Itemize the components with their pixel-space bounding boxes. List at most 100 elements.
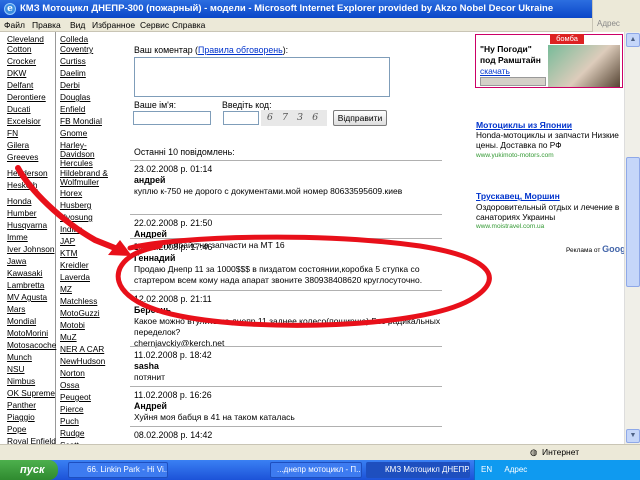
brand-link[interactable]: MV Agusta: [7, 292, 47, 302]
task-linkin-park[interactable]: 66. Linkin Park - Hi Vi...: [68, 462, 168, 478]
brand-link[interactable]: Cotton: [7, 44, 31, 54]
brand-link[interactable]: Mondial: [7, 316, 36, 326]
vertical-scrollbar[interactable]: ▲ ▼: [624, 32, 640, 444]
name-label: Ваше ім'я:: [134, 100, 177, 110]
brand-link[interactable]: Wolfmuller: [60, 177, 99, 187]
menu-favorites[interactable]: Избранное: [92, 19, 135, 31]
brand-link[interactable]: Derontiere: [7, 92, 46, 102]
task-dnepr-search[interactable]: ...днепр мотоцикл - П...: [270, 462, 362, 478]
brand-link[interactable]: Piaggio: [7, 412, 35, 422]
brand-link[interactable]: NSU: [7, 364, 25, 374]
start-button[interactable]: пуск: [0, 460, 58, 480]
brand-link[interactable]: FN: [7, 128, 18, 138]
name-input[interactable]: [133, 111, 211, 125]
brand-link[interactable]: Enfield: [60, 104, 85, 114]
brand-link[interactable]: Ossa: [60, 380, 79, 390]
brand-link[interactable]: MotoMorini: [7, 328, 48, 338]
menu-edit[interactable]: Правка: [32, 19, 61, 31]
brand-link[interactable]: KTM: [60, 248, 78, 258]
brand-link[interactable]: Panther: [7, 400, 36, 410]
code-input[interactable]: [223, 111, 259, 125]
brand-link[interactable]: Puch: [60, 416, 79, 426]
brand-link[interactable]: Horex: [60, 188, 82, 198]
brand-link[interactable]: Daelim: [60, 68, 86, 78]
brand-link[interactable]: NewHudson: [60, 356, 105, 366]
scroll-up-icon[interactable]: ▲: [626, 33, 640, 47]
brand-link[interactable]: Mars: [7, 304, 25, 314]
menu-view[interactable]: Вид: [70, 19, 85, 31]
ad-url-japan[interactable]: www.yukimoto-motors.com: [476, 152, 554, 159]
brand-link[interactable]: JAP: [60, 236, 75, 246]
brand-link[interactable]: Laverda: [60, 272, 90, 282]
brand-link[interactable]: Excelsior: [7, 116, 41, 126]
language-indicator[interactable]: EN: [481, 465, 492, 474]
ad-download-link[interactable]: скачать: [480, 66, 510, 76]
brand-link[interactable]: Crocker: [7, 56, 36, 66]
brand-link[interactable]: Husqvarna: [7, 220, 47, 230]
brand-link[interactable]: Royal Enfield: [7, 436, 56, 444]
brand-link[interactable]: Douglas: [60, 92, 90, 102]
brand-link[interactable]: Motosacoche: [7, 340, 56, 350]
brand-link[interactable]: Hesketh: [7, 180, 37, 190]
brand-link[interactable]: Nimbus: [7, 376, 35, 386]
brand-link[interactable]: Rudge: [60, 428, 84, 438]
brand-link[interactable]: Gilera: [7, 140, 29, 150]
rules-link[interactable]: Правила обговорень: [198, 45, 283, 55]
brand-link[interactable]: Curtiss: [60, 56, 86, 66]
brand-link[interactable]: MZ: [60, 284, 72, 294]
brand-link[interactable]: Hyosung: [60, 212, 93, 222]
comment-date: 11.02.2008 р. 18:42: [134, 350, 212, 360]
ad-link-japan[interactable]: Мотоциклы из Японии: [476, 120, 572, 130]
scroll-down-icon[interactable]: ▼: [626, 429, 640, 443]
brand-link[interactable]: Kreidler: [60, 260, 89, 270]
brand-link[interactable]: NER A CAR: [60, 344, 104, 354]
ads-by-google[interactable]: Реклама от Google: [566, 244, 624, 254]
brand-link[interactable]: Henderson: [7, 168, 48, 178]
brand-link[interactable]: Coventry: [60, 44, 93, 54]
brand-link[interactable]: Derbi: [60, 80, 80, 90]
brand-link[interactable]: Greeves: [7, 152, 38, 162]
brand-link[interactable]: FB Mondial: [60, 116, 102, 126]
brand-index: Cleveland Cotton Crocker DKW Delfant Derontie…: [0, 32, 110, 444]
brand-link[interactable]: Lambretta: [7, 280, 44, 290]
menu-tools[interactable]: Сервис: [140, 19, 169, 31]
ad-badge: бомба: [550, 34, 584, 44]
brand-link[interactable]: Imme: [7, 232, 28, 242]
brand-link[interactable]: Munch: [7, 352, 32, 362]
brand-link[interactable]: Delfant: [7, 80, 33, 90]
brand-link[interactable]: Gnome: [60, 128, 87, 138]
scroll-thumb[interactable]: [626, 157, 640, 287]
brand-link[interactable]: Pierce: [60, 404, 84, 414]
brand-link[interactable]: Colleda: [60, 34, 88, 44]
ad-link-truskavets[interactable]: Трускавец, Моршин: [476, 191, 560, 201]
brand-link[interactable]: Hercules: [60, 158, 93, 168]
submit-button[interactable]: Відправити: [333, 110, 387, 126]
comment-text: Какое можно втулить на днепр 11 заднее к…: [134, 316, 441, 337]
menu-file[interactable]: Файл: [4, 19, 25, 31]
comment-separator: [130, 290, 442, 291]
brand-link[interactable]: Cleveland: [7, 34, 44, 44]
ad-player-controls[interactable]: [480, 77, 546, 86]
comment-textarea[interactable]: [134, 57, 390, 97]
task-kmz-page[interactable]: КМЗ Мотоцикл ДНЕПР...: [366, 462, 470, 478]
ad-url-truskavets[interactable]: www.moistravel.com.ua: [476, 223, 544, 230]
brand-link[interactable]: DKW: [7, 68, 26, 78]
brand-link[interactable]: Peugeot: [60, 392, 91, 402]
brand-link[interactable]: OK Supreme: [7, 388, 55, 398]
brand-link[interactable]: Kawasaki: [7, 268, 43, 278]
brand-link[interactable]: Matchless: [60, 296, 97, 306]
brand-link[interactable]: Indian: [60, 224, 83, 234]
brand-link[interactable]: MotoGuzzi: [60, 308, 100, 318]
brand-link[interactable]: Ducati: [7, 104, 31, 114]
menu-help[interactable]: Справка: [172, 19, 205, 31]
brand-link[interactable]: Motobi: [60, 320, 85, 330]
brand-link[interactable]: Iver Johnson: [7, 244, 55, 254]
brand-link[interactable]: Honda: [7, 196, 31, 206]
brand-link[interactable]: Jawa: [7, 256, 26, 266]
brand-link[interactable]: MuZ: [60, 332, 77, 342]
brand-link[interactable]: Pope: [7, 424, 26, 434]
status-bar: ◍ Интернет: [0, 444, 640, 460]
brand-link[interactable]: Humber: [7, 208, 37, 218]
brand-link[interactable]: Norton: [60, 368, 85, 378]
brand-link[interactable]: Husberg: [60, 200, 91, 210]
